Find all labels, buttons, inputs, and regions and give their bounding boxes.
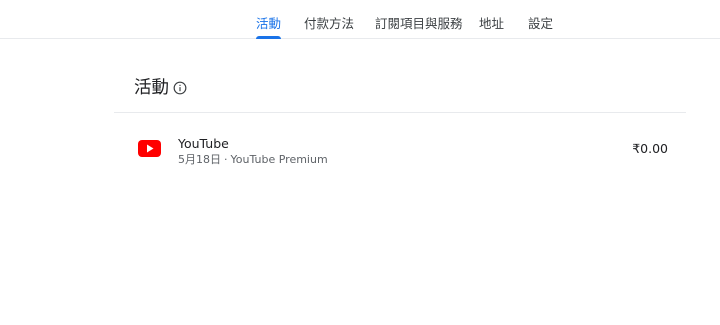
activity-date: 5月18日 — [178, 153, 221, 166]
subtitle-separator: · — [224, 153, 228, 166]
tab-label: 訂閱項目與服務 — [375, 16, 463, 31]
activity-product: YouTube Premium — [230, 153, 328, 166]
tab-label: 地址 — [479, 16, 505, 31]
tab-payment-methods[interactable]: 付款方法 — [304, 15, 354, 33]
activity-subtitle: 5月18日 · YouTube Premium — [178, 152, 328, 168]
section-title: 活動 — [134, 78, 169, 98]
tab-settings[interactable]: 設定 — [528, 15, 553, 33]
youtube-icon — [138, 140, 161, 157]
tab-addresses[interactable]: 地址 — [479, 15, 504, 33]
tab-label: 活動 — [256, 16, 282, 31]
active-tab-indicator — [256, 36, 282, 39]
activity-row[interactable]: YouTube 5月18日 · YouTube Premium ₹0.00 — [114, 113, 686, 185]
info-icon[interactable] — [173, 81, 187, 95]
activity-title: YouTube — [178, 136, 229, 151]
payments-page: 活動 付款方法 訂閱項目與服務 地址 設定 活動 YouTube 5月18日 · Y… — [0, 0, 720, 325]
activity-amount: ₹0.00 — [632, 141, 668, 156]
tab-label: 付款方法 — [304, 16, 355, 31]
tab-activity[interactable]: 活動 — [256, 15, 282, 39]
tab-label: 設定 — [528, 16, 554, 31]
tab-subscriptions-services[interactable]: 訂閱項目與服務 — [375, 15, 463, 33]
top-nav: 活動 付款方法 訂閱項目與服務 地址 設定 — [0, 0, 720, 39]
